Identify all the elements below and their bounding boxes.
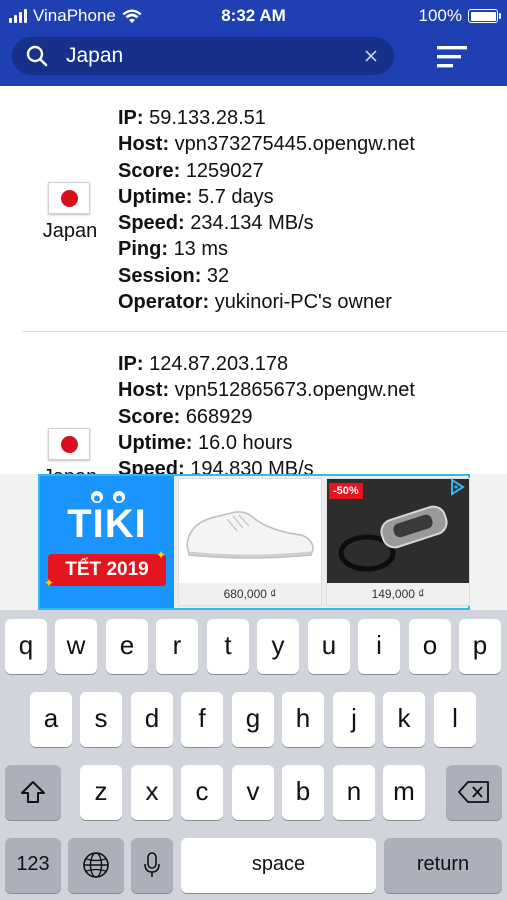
key-n[interactable]: n (333, 765, 375, 820)
key-k[interactable]: k (383, 692, 425, 747)
ad-product-sneaker[interactable]: 680,000 ₫ (178, 478, 322, 606)
server-row[interactable]: Japan IP: 124.87.203.178 Host: vpn512865… (0, 332, 507, 474)
shift-key[interactable] (5, 765, 61, 820)
on-screen-keyboard: q w e r t y u i o p a s d f g h j k l z … (0, 610, 507, 900)
key-f[interactable]: f (181, 692, 223, 747)
tiki-promo[interactable]: TIKI TẾT 2019 ✦ ✦ (40, 476, 174, 608)
backspace-key[interactable] (446, 765, 502, 820)
detail-speed: Speed: 194.830 MB/s (118, 458, 314, 474)
key-i[interactable]: i (358, 619, 400, 674)
key-l[interactable]: l (434, 692, 476, 747)
detail-score: Score: 1259027 (118, 159, 264, 182)
ad-banner[interactable]: TIKI TẾT 2019 ✦ ✦ 680,000 ₫ -50% 149,000… (0, 474, 507, 610)
product-price: 149,000 ₫ (327, 583, 469, 605)
server-list[interactable]: Japan IP: 59.133.28.51 Host: vpn37327544… (0, 86, 507, 474)
key-b[interactable]: b (282, 765, 324, 820)
top-header: VinaPhone 8:32 AM 100% (0, 0, 507, 86)
detail-speed: Speed: 234.134 MB/s (118, 212, 314, 235)
sort-menu-icon[interactable] (435, 44, 469, 70)
detail-host: Host: vpn373275445.opengw.net (118, 133, 415, 156)
key-g[interactable]: g (232, 692, 274, 747)
key-w[interactable]: w (55, 619, 97, 674)
tet-campaign-label: TẾT 2019 (48, 554, 166, 586)
white-sneaker-icon (186, 511, 314, 559)
key-a[interactable]: a (30, 692, 72, 747)
globe-key[interactable] (68, 838, 124, 893)
clear-search-icon[interactable] (362, 47, 380, 65)
sparkle-icon: ✦ (156, 548, 167, 562)
key-c[interactable]: c (181, 765, 223, 820)
battery-group: 100% (418, 6, 501, 26)
key-h[interactable]: h (282, 692, 324, 747)
key-r[interactable]: r (156, 619, 198, 674)
discount-badge: -50% (329, 483, 363, 499)
battery-percent: 100% (418, 6, 462, 25)
key-o[interactable]: o (409, 619, 451, 674)
key-j[interactable]: j (333, 692, 375, 747)
shift-icon (21, 781, 45, 803)
search-input[interactable] (66, 41, 356, 71)
server-details: IP: 124.87.203.178 Host: vpn512865673.op… (118, 351, 415, 474)
detail-uptime: Uptime: 16.0 hours (118, 431, 293, 454)
space-key[interactable]: space (181, 838, 376, 893)
japan-flag-icon (48, 182, 90, 214)
battery-icon (468, 9, 501, 23)
status-bar: VinaPhone 8:32 AM 100% (0, 0, 507, 30)
key-p[interactable]: p (459, 619, 501, 674)
key-t[interactable]: t (207, 619, 249, 674)
detail-uptime: Uptime: 5.7 days (118, 185, 274, 208)
detail-host: Host: vpn512865673.opengw.net (118, 379, 415, 402)
adchoices-icon[interactable] (448, 478, 466, 496)
tiki-logo: TIKI (67, 502, 147, 546)
vpn-app-screen: VinaPhone 8:32 AM 100% Japan Japan IP: 5… (0, 0, 507, 900)
server-row[interactable]: Japan IP: 59.133.28.51 Host: vpn37327544… (0, 86, 507, 332)
search-bar[interactable] (12, 37, 394, 75)
key-d[interactable]: d (131, 692, 173, 747)
globe-icon (83, 852, 109, 878)
microphone-icon (144, 852, 160, 877)
detail-ip: IP: 59.133.28.51 (118, 107, 266, 129)
key-s[interactable]: s (80, 692, 122, 747)
product-price: 680,000 ₫ (179, 583, 321, 605)
key-y[interactable]: y (257, 619, 299, 674)
search-icon (26, 45, 48, 67)
ad-product-keychain[interactable]: -50% 149,000 ₫ (326, 478, 470, 606)
server-country: Japan (42, 220, 98, 242)
key-x[interactable]: x (131, 765, 173, 820)
detail-session: Session: 32 (118, 264, 230, 287)
server-country: Japan (30, 466, 110, 474)
key-v[interactable]: v (232, 765, 274, 820)
key-q[interactable]: q (5, 619, 47, 674)
sparkle-icon: ✦ (44, 576, 55, 590)
backspace-icon (458, 781, 489, 803)
key-z[interactable]: z (80, 765, 122, 820)
numbers-key[interactable]: 123 (5, 838, 61, 893)
return-key[interactable]: return (384, 838, 502, 893)
detail-score: Score: 668929 (118, 405, 253, 428)
server-details: IP: 59.133.28.51 Host: vpn373275445.open… (118, 105, 415, 315)
ad-content[interactable]: TIKI TẾT 2019 ✦ ✦ 680,000 ₫ -50% 149,000… (38, 474, 470, 610)
detail-operator: Operator: yukinori-PC's owner (118, 291, 392, 314)
key-u[interactable]: u (308, 619, 350, 674)
dictation-key[interactable] (131, 838, 173, 893)
key-e[interactable]: e (106, 619, 148, 674)
japan-flag-icon (48, 428, 90, 460)
detail-ping: Ping: 13 ms (118, 238, 229, 261)
detail-ip: IP: 124.87.203.178 (118, 353, 289, 375)
key-m[interactable]: m (383, 765, 425, 820)
